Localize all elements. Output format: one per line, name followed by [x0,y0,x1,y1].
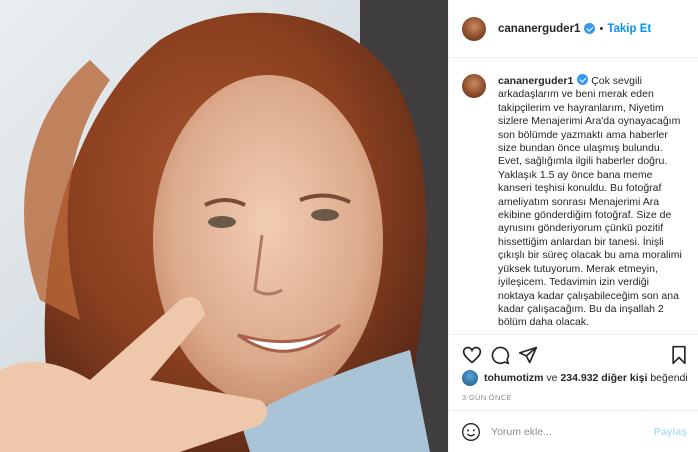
caption-username[interactable]: cananerguder1 [498,75,573,87]
follow-button[interactable]: Takip Et [607,23,651,35]
post-header: cananerguder1 • Takip Et [449,0,698,58]
verified-badge-icon [584,23,596,34]
action-bar [449,334,698,374]
liker-username[interactable]: tohumotizm [484,372,544,384]
follow-separator: • [599,22,604,35]
post-photo[interactable] [0,0,448,452]
smiley-icon[interactable] [461,422,481,442]
author-avatar[interactable] [462,16,486,41]
share-comment-button[interactable]: Paylaş [654,426,687,438]
heart-icon[interactable] [462,345,482,365]
paper-plane-icon[interactable] [518,345,538,365]
likes-summary: tohumotizm ve 234.932 diğer kişi beğendi [462,370,688,386]
caption-section[interactable]: cananerguder1 Çok sevgili arkadaşlarım v… [449,59,698,334]
post-sidebar: cananerguder1 • Takip Et cananerguder1 Ç… [448,0,698,452]
caption-body: cananerguder1 Çok sevgili arkadaşlarım v… [498,74,685,334]
post-photo-illustration [0,0,448,452]
liker-avatar[interactable] [462,370,478,386]
bookmark-icon[interactable] [669,345,689,365]
comment-icon[interactable] [490,345,510,365]
author-username[interactable]: cananerguder1 [498,23,580,35]
caption-text: Çok sevgili arkadaşlarım ve beni merak e… [498,75,682,329]
caption-avatar[interactable] [462,74,486,98]
caption-verified-badge-icon [577,74,589,85]
likes-count[interactable]: 234.932 diğer kişi [560,372,647,384]
comment-input[interactable] [491,425,654,438]
likes-suffix: beğendi [650,372,688,384]
comment-box: Paylaş [449,410,698,452]
likes-connector: ve [546,372,558,384]
post-timestamp[interactable]: 3 GÜN ÖNCE [462,393,512,402]
